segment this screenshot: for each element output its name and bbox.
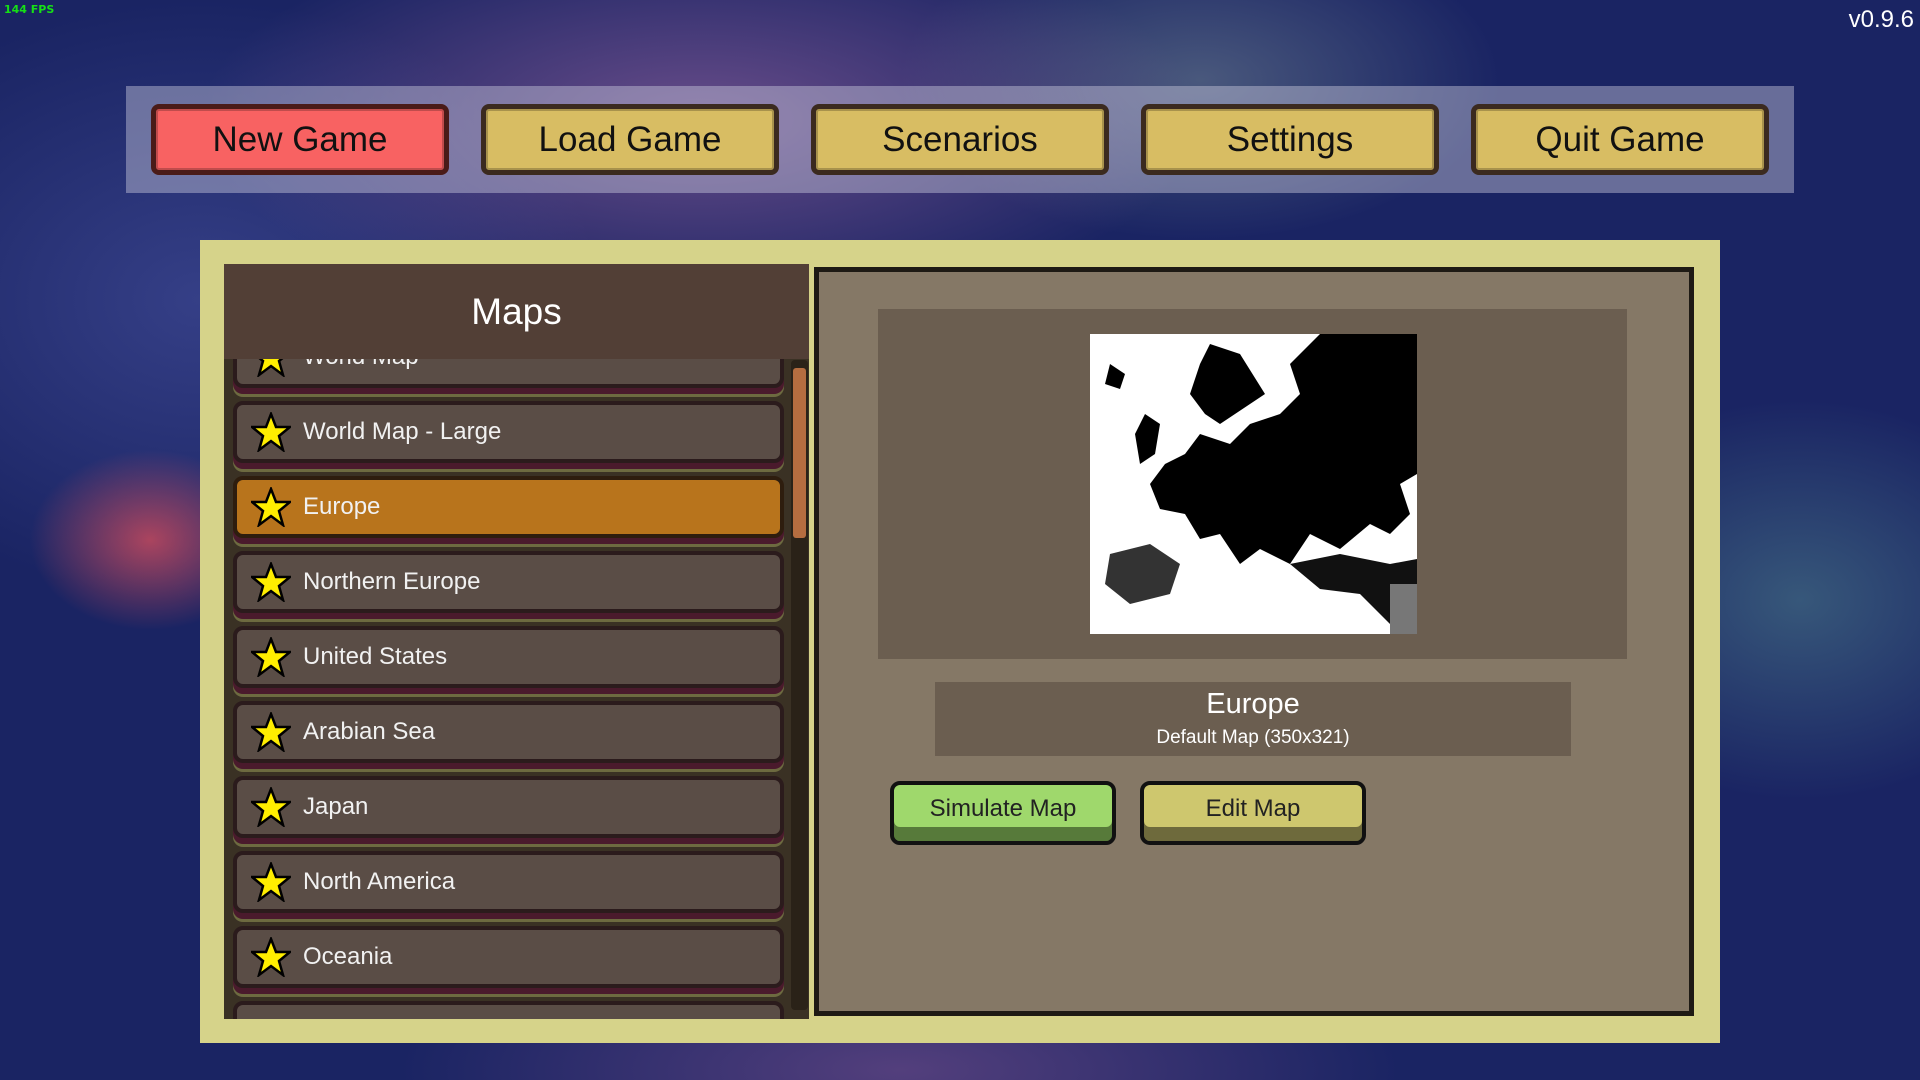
map-list-item[interactable]: Japan (233, 776, 784, 838)
star-icon[interactable] (251, 487, 291, 527)
main-menu-bar: New Game Load Game Scenarios Settings Qu… (126, 86, 1794, 193)
fps-counter: 144 FPS (4, 3, 55, 16)
star-icon[interactable] (251, 412, 291, 452)
map-list-item-label: North America (303, 868, 456, 895)
map-list-item-partial[interactable] (233, 1001, 784, 1019)
scrollbar-thumb[interactable] (793, 368, 806, 538)
map-detail-panel: Europe Default Map (350x321) Simulate Ma… (814, 267, 1694, 1016)
map-list-item[interactable]: United States (233, 626, 784, 688)
load-game-button[interactable]: Load Game (481, 104, 779, 175)
new-game-panel: Maps World MapWorld Map - LargeEuropeNor… (200, 240, 1720, 1043)
map-preview-area (878, 309, 1627, 659)
map-subtitle: Default Map (350x321) (1156, 727, 1350, 748)
version-label: v0.9.6 (1848, 6, 1914, 33)
map-list-item-label: United States (303, 643, 448, 670)
map-info-box: Europe Default Map (350x321) (935, 682, 1571, 756)
star-icon[interactable] (251, 637, 291, 677)
map-list-item-label: Europe (303, 493, 381, 520)
map-list-item-label: World Map - Large (303, 418, 502, 445)
star-icon[interactable] (251, 562, 291, 602)
quit-game-button[interactable]: Quit Game (1471, 104, 1769, 175)
map-list-item-label: Arabian Sea (303, 718, 436, 745)
star-icon[interactable] (251, 787, 291, 827)
map-list-item[interactable]: Oceania (233, 926, 784, 988)
simulate-map-button[interactable]: Simulate Map (890, 781, 1116, 845)
map-preview-image (1090, 334, 1417, 634)
map-list-item[interactable]: World Map - Large (233, 401, 784, 463)
map-list-item[interactable]: Arabian Sea (233, 701, 784, 763)
map-name: Europe (1206, 688, 1300, 720)
map-list-item-label: Oceania (303, 943, 393, 970)
maps-scrollbar[interactable] (791, 360, 808, 1010)
star-icon[interactable] (251, 937, 291, 977)
scenarios-button[interactable]: Scenarios (811, 104, 1109, 175)
star-icon[interactable] (251, 862, 291, 902)
map-list-item-label: Japan (303, 793, 369, 820)
map-list-item[interactable]: Europe (233, 476, 784, 538)
map-list-item[interactable]: North America (233, 851, 784, 913)
maps-title: Maps (224, 264, 809, 359)
new-game-button[interactable]: New Game (151, 104, 449, 175)
settings-button[interactable]: Settings (1141, 104, 1439, 175)
star-icon[interactable] (251, 712, 291, 752)
map-list-item-label: Northern Europe (303, 568, 481, 595)
map-list-item[interactable]: Northern Europe (233, 551, 784, 613)
maps-list: Maps World MapWorld Map - LargeEuropeNor… (224, 264, 809, 1019)
edit-map-button[interactable]: Edit Map (1140, 781, 1366, 845)
